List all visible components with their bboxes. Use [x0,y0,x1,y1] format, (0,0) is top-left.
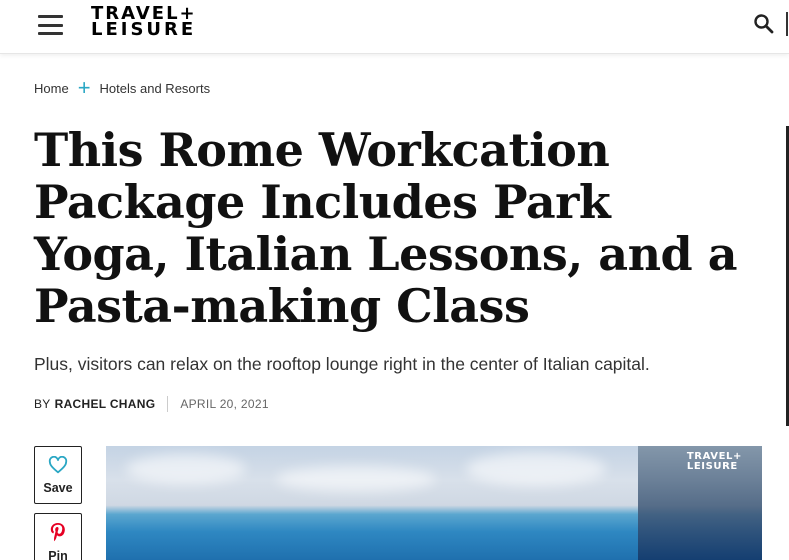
publish-date: APRIL 20, 2021 [180,397,269,411]
cloud-shape [466,452,606,486]
header-divider [786,12,788,36]
cloud-shape [276,466,436,492]
hero-image: TRAVEL+ LEISURE [106,446,762,560]
breadcrumb: Home + Hotels and Resorts [34,75,211,100]
byline: BY RACHEL CHANG APRIL 20, 2021 [34,396,269,412]
pin-label: Pin [48,548,68,560]
save-label: Save [43,480,73,495]
cloud-shape [126,454,246,484]
hero-watermark: TRAVEL+ LEISURE [687,452,742,472]
pinterest-icon [49,522,67,547]
logo-line-2: LEISURE [91,19,197,40]
breadcrumb-hotels-and-resorts[interactable]: Hotels and Resorts [100,81,211,96]
byline-prefix: BY [34,397,51,411]
watermark-line-2: LEISURE [686,461,738,472]
breadcrumb-separator-icon: + [77,75,91,100]
byline-divider [167,396,169,412]
pin-button[interactable]: Pin [34,513,82,560]
hamburger-menu-icon[interactable] [38,15,63,35]
heart-icon [48,455,68,479]
site-header: TRAVEL+ LEISURE [0,0,789,54]
breadcrumb-home[interactable]: Home [34,81,69,96]
site-logo[interactable]: TRAVEL+ LEISURE [91,5,227,40]
article-subtitle: Plus, visitors can relax on the rooftop … [34,354,650,374]
search-icon[interactable] [752,12,776,36]
article-title: This Rome Workcation Package Includes Pa… [34,123,738,333]
author-link[interactable]: RACHEL CHANG [55,397,156,411]
save-button[interactable]: Save [34,446,82,504]
